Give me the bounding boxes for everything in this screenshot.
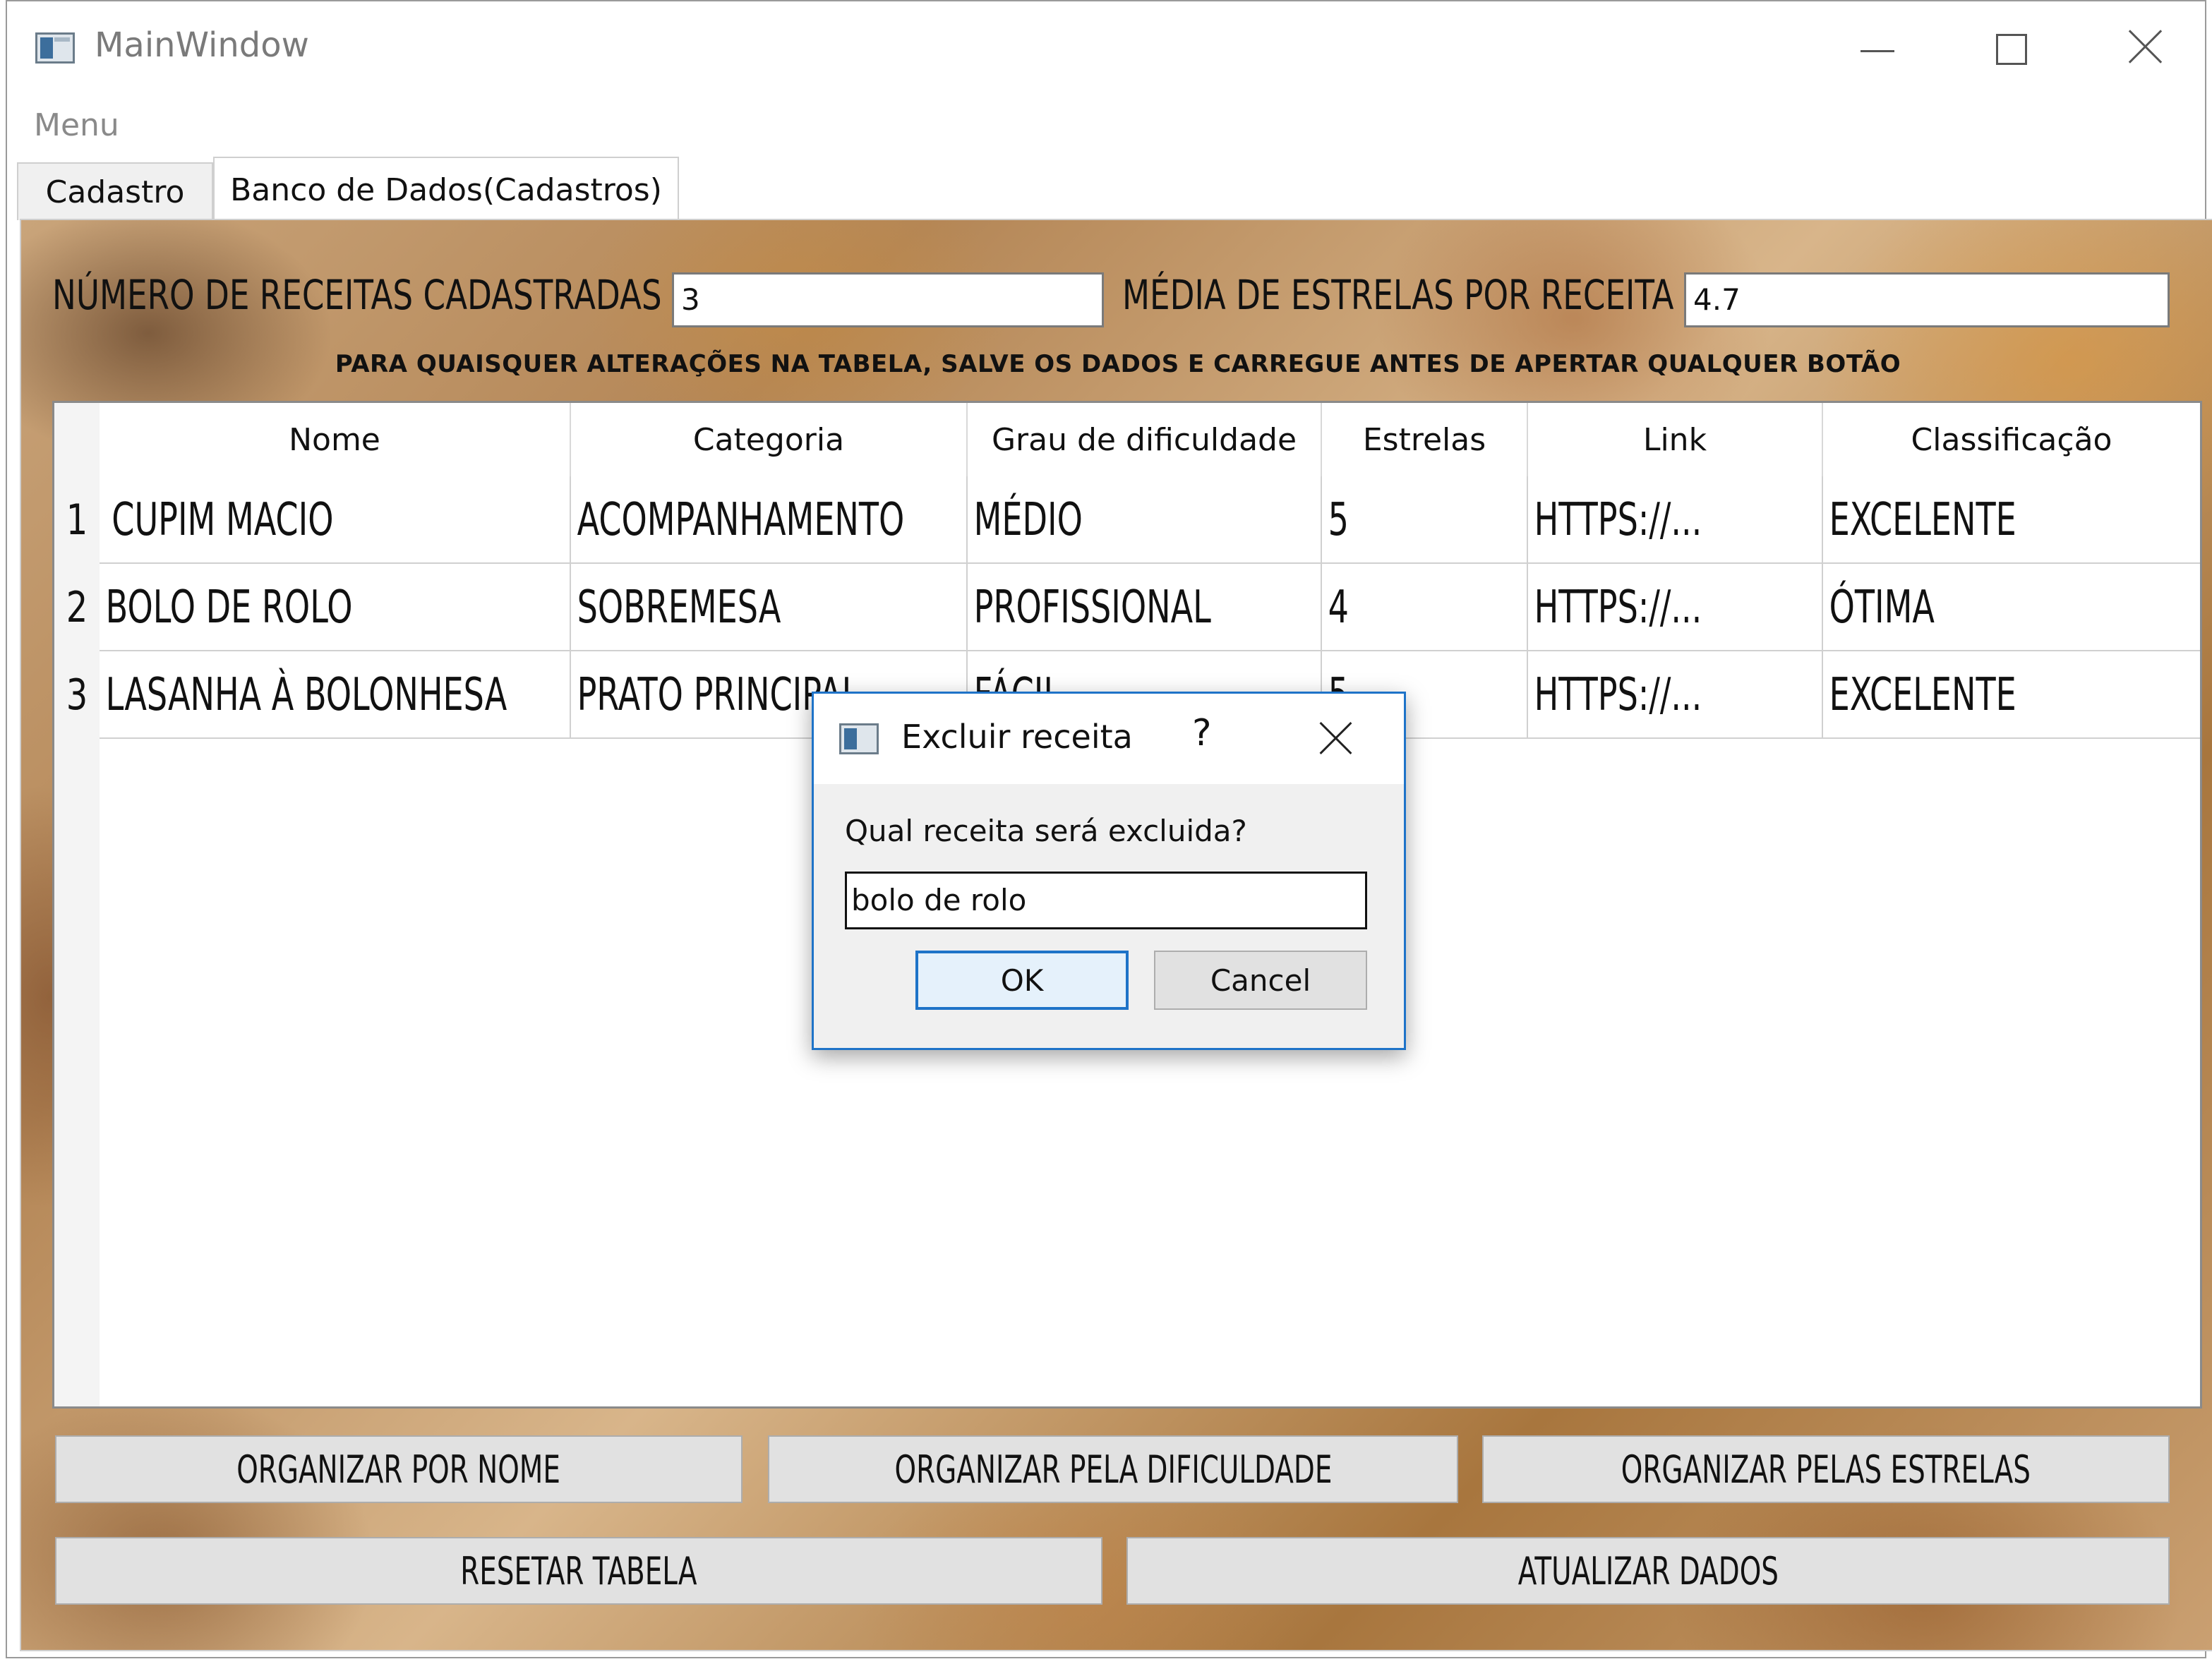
table-cell[interactable]: ÓTIMA [1823, 564, 2200, 651]
organizar-por-nome-button[interactable]: ORGANIZAR POR NOME [55, 1435, 743, 1503]
notice-text: PARA QUAISQUER ALTERAÇÕES NA TABELA, SAL… [335, 350, 1901, 378]
window-title: MainWindow [95, 25, 309, 65]
table-cell[interactable]: ACOMPANHAMENTO [571, 476, 968, 564]
organizar-pelas-estrelas-button[interactable]: ORGANIZAR PELAS ESTRELAS [1482, 1435, 2170, 1503]
row-number[interactable]: 2 [59, 564, 95, 651]
title-bar: MainWindow [7, 1, 2205, 93]
table-cell[interactable]: HTTPS://... [1528, 651, 1823, 739]
table-cell[interactable]: BOLO DE ROLO [100, 564, 571, 651]
header-classificacao[interactable]: Classificação [1823, 403, 2200, 476]
table-cell[interactable]: CUPIM MACIO [100, 476, 571, 564]
dialog-title-bar: Excluir receita ? [814, 694, 1404, 784]
dialog-window-icon [839, 723, 879, 754]
tab-cadastro[interactable]: Cadastro [17, 162, 213, 220]
row-number[interactable]: 1 [59, 476, 95, 564]
maximize-icon[interactable] [1969, 16, 2054, 86]
media-estrelas-field[interactable]: 4.7 [1684, 272, 2170, 327]
media-estrelas-label: MÉDIA DE ESTRELAS POR RECEITA [1122, 271, 1674, 319]
dialog-close-icon[interactable] [1308, 711, 1364, 767]
dialog-title: Excluir receita [901, 718, 1133, 756]
tab-strip: Cadastro Banco de Dados(Cadastros) [17, 157, 2198, 222]
header-nome[interactable]: Nome [100, 403, 571, 476]
excluir-receita-dialog: Excluir receita ? Qual receita será excl… [812, 692, 1406, 1050]
tab-banco-de-dados[interactable]: Banco de Dados(Cadastros) [213, 157, 679, 222]
table-cell[interactable]: LASANHA À BOLONHESA [100, 651, 571, 739]
help-icon[interactable]: ? [1192, 712, 1212, 754]
table-cell[interactable]: SOBREMESA [571, 564, 968, 651]
menu-bar: Menu [7, 100, 2205, 151]
table-cell[interactable]: 4 [1322, 564, 1528, 651]
menu-item-menu[interactable]: Menu [34, 107, 119, 143]
table-cell[interactable]: HTTPS://... [1528, 564, 1823, 651]
organizar-pela-dificuldade-button[interactable]: ORGANIZAR PELA DIFICULDADE [768, 1435, 1458, 1503]
receita-input[interactable]: bolo de rolo [845, 872, 1367, 929]
num-receitas-label: NÚMERO DE RECEITAS CADASTRADAS [52, 271, 662, 319]
table-cell[interactable]: MÉDIO [968, 476, 1322, 564]
table-cell[interactable]: HTTPS://... [1528, 476, 1823, 564]
header-grau[interactable]: Grau de dificuldade [968, 403, 1322, 476]
row-number[interactable]: 3 [59, 651, 95, 739]
dialog-question: Qual receita será excluida? [845, 814, 1247, 848]
minimize-icon[interactable] [1835, 16, 1920, 86]
table-cell[interactable]: 5 [1322, 476, 1528, 564]
ok-button[interactable]: OK [915, 951, 1129, 1010]
atualizar-dados-button[interactable]: ATUALIZAR DADOS [1126, 1537, 2170, 1605]
cancel-button[interactable]: Cancel [1154, 951, 1367, 1010]
table-cell[interactable]: PROFISSIONAL [968, 564, 1322, 651]
resetar-tabela-button[interactable]: RESETAR TABELA [55, 1537, 1102, 1605]
app-window-icon [35, 32, 75, 64]
num-receitas-field[interactable]: 3 [672, 272, 1104, 327]
header-estrelas[interactable]: Estrelas [1322, 403, 1528, 476]
table-cell[interactable]: EXCELENTE [1823, 476, 2200, 564]
header-categoria[interactable]: Categoria [571, 403, 968, 476]
table-cell[interactable]: EXCELENTE [1823, 651, 2200, 739]
header-link[interactable]: Link [1528, 403, 1823, 476]
close-icon[interactable] [2103, 16, 2188, 86]
